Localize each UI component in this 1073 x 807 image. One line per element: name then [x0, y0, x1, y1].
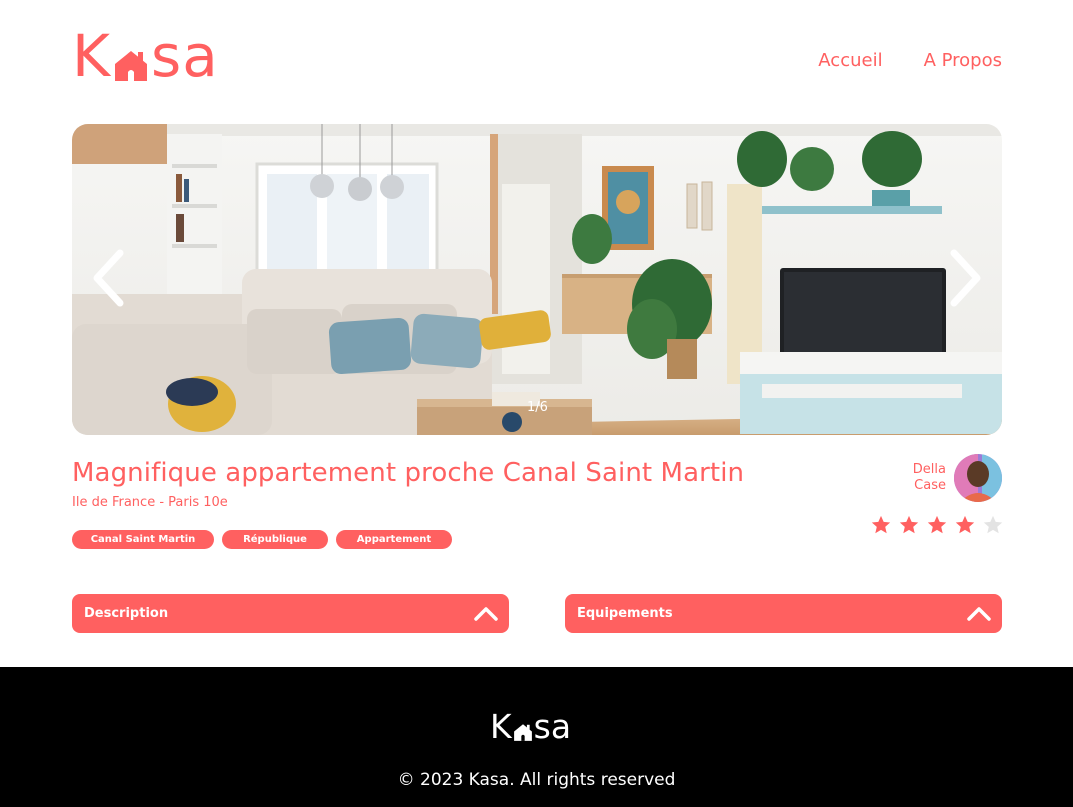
- tag: République: [222, 530, 328, 549]
- star-icon-filled: [927, 515, 947, 534]
- kasa-logo[interactable]: K s a: [72, 22, 219, 90]
- star-icon-filled: [899, 515, 919, 534]
- main-nav: Accueil A Propos: [818, 50, 1002, 71]
- chevron-up-icon: [474, 606, 498, 621]
- copyright-text: © 2023 Kasa. All rights reserved: [397, 770, 676, 790]
- description-collapse-header[interactable]: Description: [72, 594, 509, 633]
- listing-location: Ile de France - Paris 10e: [72, 495, 228, 510]
- apartment-photo: [72, 124, 1002, 435]
- host-info: Della Case: [880, 454, 1002, 502]
- description-collapse-label: Description: [84, 606, 169, 621]
- chevron-left-icon: [93, 249, 124, 307]
- footer-logo-letter-a: a: [550, 707, 572, 746]
- logo-letter-s: s: [151, 22, 183, 90]
- host-name: Della Case: [913, 462, 946, 494]
- image-counter: 1/6: [527, 400, 548, 415]
- footer-logo-letter-k: K: [490, 707, 512, 746]
- previous-image-button[interactable]: [90, 249, 126, 312]
- tag: Appartement: [336, 530, 452, 549]
- nav-link-a-propos[interactable]: A Propos: [924, 50, 1002, 71]
- listing-title: Magnifique appartement proche Canal Sain…: [72, 458, 745, 488]
- host-last-name: Case: [914, 478, 946, 493]
- tag: Canal Saint Martin: [72, 530, 214, 549]
- nav-link-accueil[interactable]: Accueil: [818, 50, 882, 71]
- star-icon-filled: [955, 515, 975, 534]
- tag-list: Canal Saint Martin République Appartemen…: [72, 530, 452, 549]
- host-first-name: Della: [912, 462, 946, 477]
- site-footer: K s a © 2023 Kasa. All rights reserved: [0, 667, 1073, 807]
- logo-letter-a: a: [182, 22, 219, 90]
- site-header: K s a Accueil A Propos: [72, 22, 1002, 90]
- logo-letter-k: K: [72, 22, 112, 90]
- star-icon-empty: [983, 515, 1003, 534]
- footer-logo-letter-s: s: [533, 707, 551, 746]
- host-avatar: [954, 454, 1002, 502]
- chevron-right-icon: [950, 249, 981, 307]
- house-icon: [113, 28, 149, 84]
- footer-kasa-logo: K s a: [490, 707, 572, 746]
- star-icon-filled: [871, 515, 891, 534]
- next-image-button[interactable]: [948, 249, 984, 312]
- house-icon: [513, 711, 533, 743]
- image-carousel: 1/6: [72, 124, 1002, 435]
- equipements-collapse-label: Equipements: [577, 606, 673, 621]
- star-rating: [870, 514, 1004, 536]
- equipements-collapse-header[interactable]: Equipements: [565, 594, 1002, 633]
- chevron-up-icon: [967, 606, 991, 621]
